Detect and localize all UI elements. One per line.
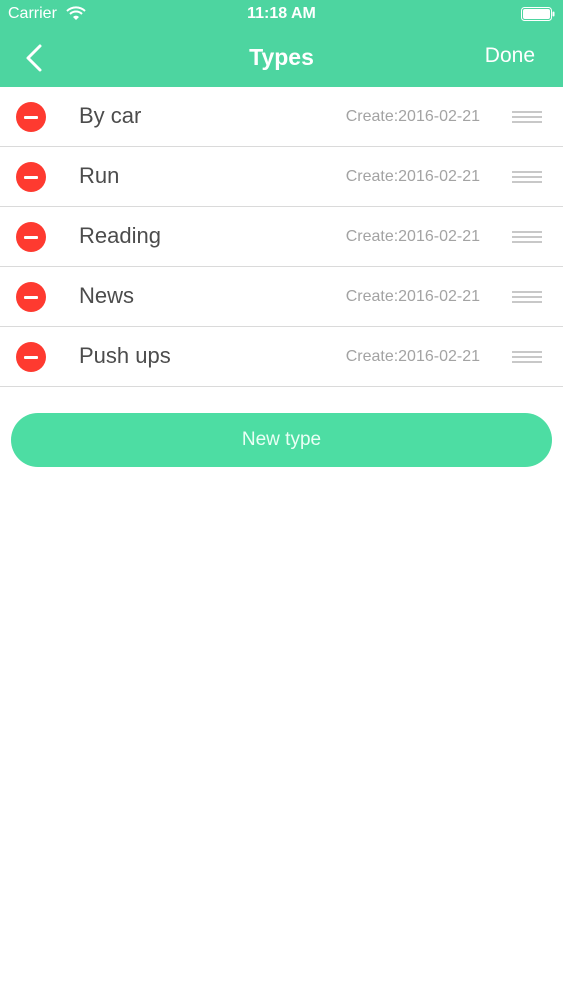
top-bar: Carrier 11:18 AM Types Done: [0, 0, 563, 87]
reorder-handle-icon[interactable]: [512, 231, 542, 243]
delete-button[interactable]: [16, 342, 46, 372]
minus-icon: [24, 355, 38, 359]
status-bar: Carrier 11:18 AM: [0, 0, 563, 30]
new-type-button[interactable]: New type: [11, 413, 552, 467]
delete-button[interactable]: [16, 162, 46, 192]
battery-icon: [521, 7, 555, 21]
delete-button[interactable]: [16, 222, 46, 252]
types-screen: Carrier 11:18 AM Types Done By car Creat…: [0, 0, 563, 1000]
reorder-handle-icon[interactable]: [512, 291, 542, 303]
status-time: 11:18 AM: [247, 5, 316, 22]
minus-icon: [24, 115, 38, 119]
navigation-bar: Types Done: [0, 30, 563, 87]
minus-icon: [24, 295, 38, 299]
done-button[interactable]: Done: [485, 44, 535, 68]
minus-icon: [24, 235, 38, 239]
type-name: Push ups: [79, 343, 171, 368]
type-row[interactable]: Reading Create:2016-02-21: [0, 207, 563, 267]
delete-button[interactable]: [16, 282, 46, 312]
created-date: Create:2016-02-21: [345, 228, 480, 245]
type-row[interactable]: News Create:2016-02-21: [0, 267, 563, 327]
delete-button[interactable]: [16, 102, 46, 132]
reorder-handle-icon[interactable]: [512, 111, 542, 123]
type-name: Run: [79, 163, 120, 188]
type-row[interactable]: Run Create:2016-02-21: [0, 147, 563, 207]
type-row[interactable]: Push ups Create:2016-02-21: [0, 327, 563, 387]
type-row[interactable]: By car Create:2016-02-21: [0, 87, 563, 147]
types-list: By car Create:2016-02-21 Run Create:2016…: [0, 87, 563, 387]
minus-icon: [24, 175, 38, 179]
reorder-handle-icon[interactable]: [512, 171, 542, 183]
type-name: News: [79, 283, 135, 308]
created-date: Create:2016-02-21: [345, 348, 480, 365]
type-name: Reading: [79, 223, 161, 248]
created-date: Create:2016-02-21: [345, 168, 480, 185]
page-title: Types: [249, 44, 314, 70]
created-date: Create:2016-02-21: [345, 108, 480, 125]
reorder-handle-icon[interactable]: [512, 351, 542, 363]
created-date: Create:2016-02-21: [345, 288, 480, 305]
type-name: By car: [79, 103, 142, 128]
